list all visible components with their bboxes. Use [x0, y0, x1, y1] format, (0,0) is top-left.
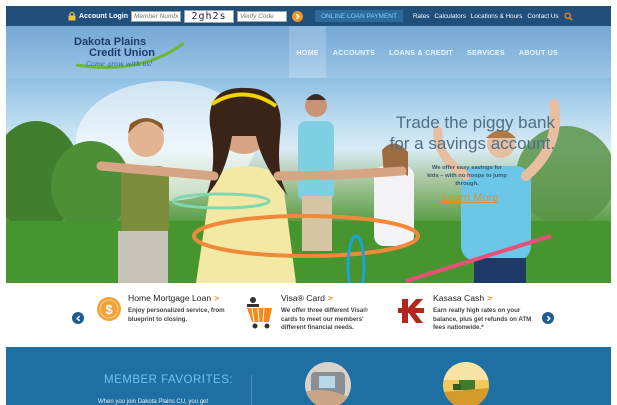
- feature-title[interactable]: Kasasa Cash >: [433, 293, 492, 303]
- site-header: Dakota Plains Credit Union Come grow wit…: [6, 26, 611, 78]
- feature-carousel: $ Home Mortgage Loan > Enjoy personalized…: [6, 283, 611, 347]
- logo-tagline: Come grow with us!: [86, 60, 153, 68]
- verify-code-input[interactable]: [237, 10, 287, 22]
- nav-accounts[interactable]: ACCOUNTS: [326, 26, 382, 78]
- hero-subtext: We offer easy savings for kids – with no…: [427, 165, 507, 187]
- favorite-photo-phone[interactable]: [305, 362, 351, 405]
- chevron-left-icon: [75, 315, 80, 321]
- feature-title[interactable]: Visa® Card >: [281, 293, 333, 303]
- learn-more-link[interactable]: Learn More: [442, 192, 498, 204]
- shopping-cart-icon: [244, 296, 276, 335]
- logo-name-line2: Credit Union: [89, 47, 155, 59]
- dollar-coin-icon: $: [96, 296, 122, 327]
- search-icon[interactable]: [563, 11, 573, 21]
- feature-description: Earn really high rates on your balance, …: [433, 307, 532, 331]
- feature-title[interactable]: Home Mortgage Loan >: [128, 293, 219, 303]
- rates-link[interactable]: Rates: [413, 13, 429, 20]
- hero-headline: Trade the piggy bank for a savings accou…: [390, 112, 555, 154]
- locations-hours-link[interactable]: Locations & Hours: [471, 13, 522, 20]
- nav-loans-credit[interactable]: LOANS & CREDIT: [382, 26, 460, 78]
- utility-bar: Account Login 2gh2s ONLINE LOAN PAYMENT …: [6, 6, 611, 26]
- nav-about-us[interactable]: ABOUT US: [512, 26, 565, 78]
- feature-home-mortgage[interactable]: $ Home Mortgage Loan > Enjoy personalized…: [96, 283, 236, 347]
- main-nav: HOME ACCOUNTS LOANS & CREDIT SERVICES AB…: [289, 26, 565, 78]
- feature-description: We offer three different Visa® cards to …: [281, 307, 368, 331]
- carousel-prev-button[interactable]: [72, 312, 84, 324]
- feature-kasasa-cash[interactable]: Kasasa Cash > Earn really high rates on y…: [396, 283, 536, 347]
- chevron-right-icon: >: [327, 293, 333, 303]
- contact-us-link[interactable]: Contact Us: [527, 13, 558, 20]
- utility-links: Rates Calculators Locations & Hours Cont…: [413, 13, 559, 20]
- member-favorites-title: MEMBER FAVORITES:: [104, 374, 234, 386]
- chevron-right-icon: >: [487, 293, 493, 303]
- captcha-image: 2gh2s: [184, 9, 234, 23]
- svg-text:$: $: [105, 302, 113, 317]
- dakota-plains-logo[interactable]: Dakota Plains Credit Union Come grow wit…: [72, 35, 192, 71]
- hero-banner: Dakota Plains Credit Union Come grow wit…: [6, 26, 611, 283]
- hero-headline-line2: for a savings account.: [389, 134, 555, 153]
- online-loan-payment-button[interactable]: ONLINE LOAN PAYMENT: [315, 10, 403, 22]
- login-go-button[interactable]: [292, 10, 303, 22]
- feature-visa-card[interactable]: Visa® Card > We offer three different Vis…: [244, 283, 394, 347]
- favorite-photo-harvest[interactable]: [443, 362, 489, 405]
- member-favorites-section: MEMBER FAVORITES: When you join Dakota P…: [6, 347, 611, 405]
- calculators-link[interactable]: Calculators: [434, 13, 466, 20]
- kasasa-logo-icon: [396, 296, 426, 331]
- nav-services[interactable]: SERVICES: [460, 26, 512, 78]
- member-favorites-text: When you join Dakota Plains CU, you get: [98, 399, 209, 405]
- chevron-right-icon: [295, 13, 300, 19]
- lock-icon: [68, 11, 76, 21]
- member-number-input[interactable]: [131, 10, 181, 22]
- hero-headline-line1: Trade the piggy bank: [395, 113, 555, 132]
- carousel-next-button[interactable]: [542, 312, 554, 324]
- account-login-label: Account Login: [79, 12, 128, 20]
- chevron-right-icon: >: [214, 293, 220, 303]
- section-divider: [251, 375, 252, 405]
- feature-description: Enjoy personalized service, from bluepri…: [128, 307, 225, 323]
- nav-home[interactable]: HOME: [289, 26, 326, 78]
- chevron-right-icon: [546, 315, 551, 321]
